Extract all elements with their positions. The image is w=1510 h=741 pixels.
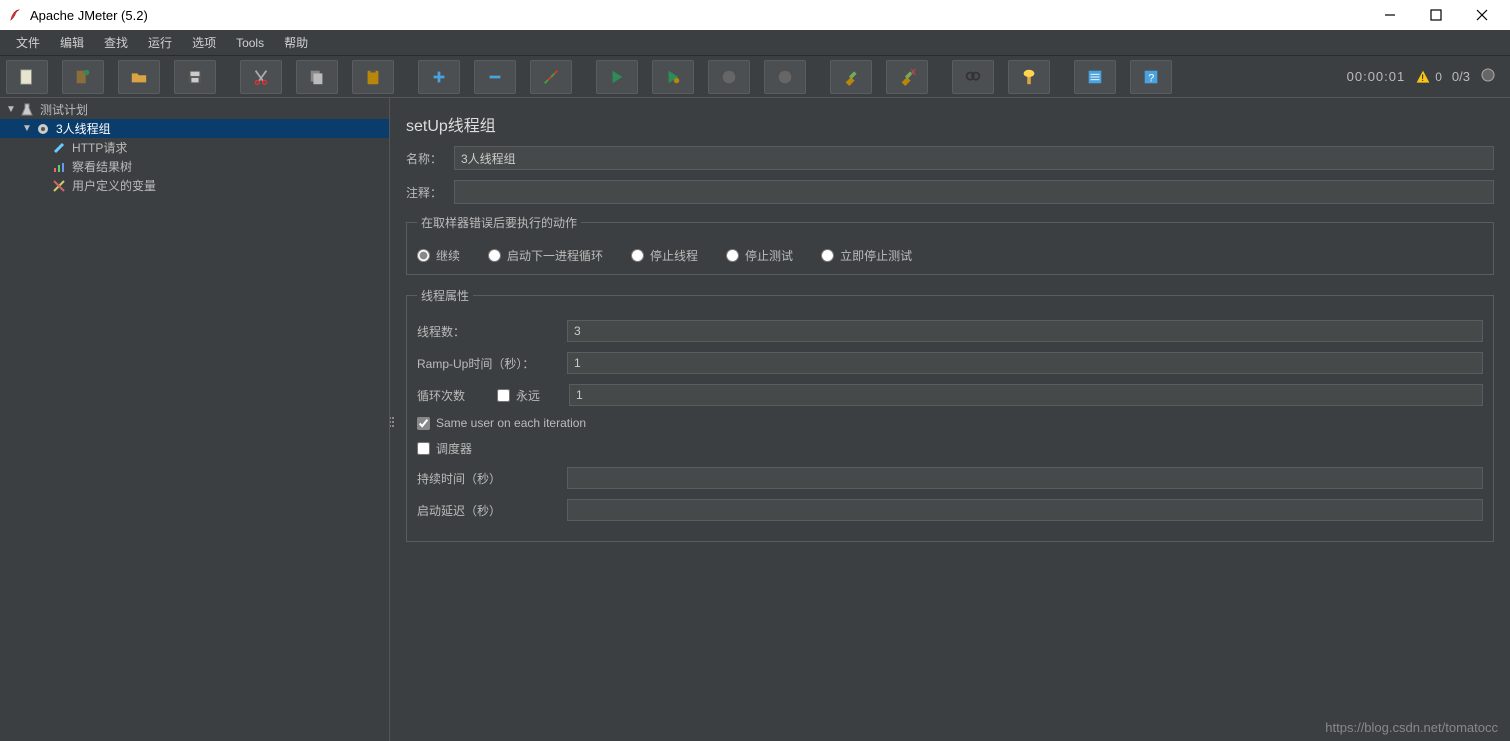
panel-title: setUp线程组 (406, 106, 1494, 146)
menu-search[interactable]: 查找 (94, 32, 138, 53)
stop-button[interactable] (708, 60, 750, 94)
window-title: Apache JMeter (5.2) (30, 8, 148, 23)
pipette-icon (52, 141, 66, 155)
warning-count: 0 (1435, 70, 1442, 84)
radio-stop-test-now[interactable]: 立即停止测试 (821, 247, 912, 264)
window-titlebar: Apache JMeter (5.2) (0, 0, 1510, 30)
thread-properties-legend: 线程属性 (417, 287, 473, 304)
threads-input[interactable] (567, 320, 1483, 342)
loop-label: 循环次数 (417, 387, 487, 404)
rampup-label: Ramp-Up时间（秒）： (417, 355, 557, 372)
watermark: https://blog.csdn.net/tomatocc (1325, 720, 1498, 735)
forever-checkbox[interactable]: 永远 (497, 387, 540, 404)
rampup-input[interactable] (567, 352, 1483, 374)
svg-text:!: ! (1422, 73, 1425, 84)
collapse-icon[interactable]: ▼ (6, 104, 16, 115)
close-button[interactable] (1468, 4, 1496, 26)
shutdown-button[interactable] (764, 60, 806, 94)
open-button[interactable] (118, 60, 160, 94)
tree-http-request[interactable]: HTTP请求 (0, 138, 389, 157)
svg-text:?: ? (1148, 72, 1154, 84)
paste-button[interactable] (352, 60, 394, 94)
menu-options[interactable]: 选项 (182, 32, 226, 53)
comment-label: 注释： (406, 184, 446, 201)
chart-icon (52, 160, 66, 174)
thread-properties-group: 线程属性 线程数： Ramp-Up时间（秒）： 循环次数 永远 Same use… (406, 287, 1494, 542)
radio-stop-thread[interactable]: 停止线程 (631, 247, 698, 264)
duration-label: 持续时间（秒） (417, 470, 557, 487)
window-controls (1376, 4, 1502, 26)
content-pane: setUp线程组 名称： 注释： 在取样器错误后要执行的动作 继续 启动下一进程… (390, 98, 1510, 741)
tree-user-defined-variables[interactable]: 用户定义的变量 (0, 176, 389, 195)
error-action-group: 在取样器错误后要执行的动作 继续 启动下一进程循环 停止线程 停止测试 立即停止… (406, 214, 1494, 275)
app-icon (8, 8, 22, 22)
elapsed-timer: 00:00:01 (1347, 69, 1406, 84)
tree-item-label: HTTP请求 (70, 139, 127, 156)
collapse-button[interactable] (474, 60, 516, 94)
tree-item-label: 察看结果树 (70, 158, 132, 175)
delay-input[interactable] (567, 499, 1483, 521)
name-label: 名称： (406, 150, 446, 167)
tree-thread-group[interactable]: ▼ 3人线程组 (0, 119, 389, 138)
clear-button[interactable] (830, 60, 872, 94)
duration-input[interactable] (567, 467, 1483, 489)
menu-bar: 文件 编辑 查找 运行 选项 Tools 帮助 (0, 30, 1510, 56)
help-button[interactable]: ? (1130, 60, 1172, 94)
wrench-icon (52, 179, 66, 193)
scheduler-checkbox[interactable]: 调度器 (417, 440, 472, 457)
minimize-button[interactable] (1376, 4, 1404, 26)
search-button[interactable] (952, 60, 994, 94)
gear-icon (36, 122, 50, 136)
tree-pane[interactable]: ▼ 测试计划 ▼ 3人线程组 HTTP请求 察看结果树 (0, 98, 390, 741)
expand-button[interactable] (418, 60, 460, 94)
menu-tools[interactable]: Tools (226, 34, 274, 52)
thread-count-fraction: 0/3 (1452, 69, 1470, 84)
tree-thread-group-label: 3人线程组 (54, 120, 111, 137)
radio-continue[interactable]: 继续 (417, 247, 460, 264)
splitter-handle[interactable] (390, 407, 394, 437)
maximize-button[interactable] (1422, 4, 1450, 26)
menu-help[interactable]: 帮助 (274, 32, 318, 53)
toggle-button[interactable] (530, 60, 572, 94)
radio-start-next-loop[interactable]: 启动下一进程循环 (488, 247, 603, 264)
warning-indicator[interactable]: ! 0 (1415, 69, 1442, 85)
menu-file[interactable]: 文件 (6, 32, 50, 53)
start-no-pause-button[interactable] (652, 60, 694, 94)
same-user-checkbox[interactable]: Same user on each iteration (417, 416, 586, 430)
comment-input[interactable] (454, 180, 1494, 204)
templates-button[interactable] (62, 60, 104, 94)
cut-button[interactable] (240, 60, 282, 94)
toolbar: x ? 00:00:01 ! 0 0/3 (0, 56, 1510, 98)
tree-view-results-tree[interactable]: 察看结果树 (0, 157, 389, 176)
tree-root-test-plan[interactable]: ▼ 测试计划 (0, 100, 389, 119)
loop-input[interactable] (569, 384, 1483, 406)
menu-edit[interactable]: 编辑 (50, 32, 94, 53)
function-helper-button[interactable] (1074, 60, 1116, 94)
status-icon (1480, 67, 1496, 86)
save-button[interactable] (174, 60, 216, 94)
delay-label: 启动延迟（秒） (417, 502, 557, 519)
tree-root-label: 测试计划 (38, 101, 88, 118)
copy-button[interactable] (296, 60, 338, 94)
clear-all-button[interactable]: x (886, 60, 928, 94)
error-action-legend: 在取样器错误后要执行的动作 (417, 214, 581, 231)
radio-stop-test[interactable]: 停止测试 (726, 247, 793, 264)
svg-text:x: x (911, 68, 916, 78)
tree-item-label: 用户定义的变量 (70, 177, 156, 194)
menu-run[interactable]: 运行 (138, 32, 182, 53)
new-button[interactable] (6, 60, 48, 94)
threads-label: 线程数： (417, 323, 557, 340)
start-button[interactable] (596, 60, 638, 94)
flask-icon (20, 103, 34, 117)
name-input[interactable] (454, 146, 1494, 170)
collapse-icon[interactable]: ▼ (22, 123, 32, 134)
reset-search-button[interactable] (1008, 60, 1050, 94)
